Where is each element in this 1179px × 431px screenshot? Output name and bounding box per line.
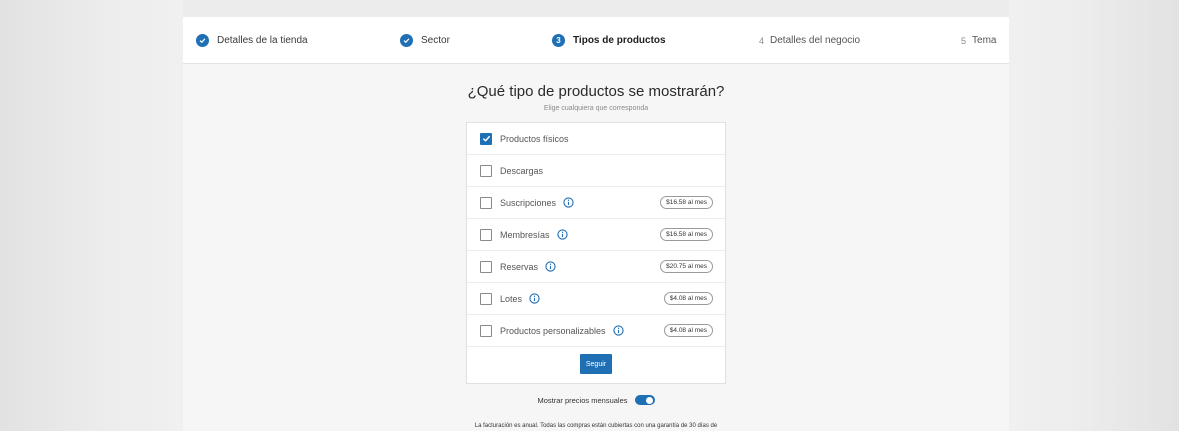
step-store-details[interactable]: Detalles de la tienda — [196, 17, 308, 64]
step-label: Tipos de productos — [573, 35, 666, 46]
option-label: Lotes — [500, 293, 523, 304]
page-title: ¿Qué tipo de productos se mostrarán? — [467, 83, 725, 100]
price-badge: $16.58 al mes — [660, 196, 713, 209]
background-left — [0, 0, 183, 431]
setup-wizard: Detalles de la tienda Sector 3 Tipos de … — [183, 17, 1009, 431]
price-badge: $4.08 al mes — [663, 292, 713, 305]
option-label: Descargas — [500, 165, 544, 176]
monthly-prices-toggle[interactable] — [634, 395, 655, 405]
step-industry[interactable]: Sector — [400, 17, 450, 64]
page-subtitle: Elige cualquiera que corresponda — [543, 105, 649, 112]
step-label: Detalles de la tienda — [217, 35, 308, 46]
option-physical-products[interactable]: Productos físicos — [467, 123, 725, 155]
option-label: Reservas — [500, 261, 539, 272]
checkbox[interactable] — [480, 260, 492, 273]
option-customizable-products[interactable]: Productos personalizables $4.08 al mes — [467, 315, 725, 347]
price-badge: $4.08 al mes — [663, 324, 713, 337]
info-icon[interactable] — [612, 325, 624, 336]
checkbox[interactable] — [480, 164, 492, 177]
step-product-types[interactable]: 3 Tipos de productos — [552, 17, 666, 64]
monthly-prices-row: Mostrar precios mensuales — [183, 393, 1009, 407]
info-icon[interactable] — [529, 293, 540, 304]
check-icon — [400, 34, 413, 47]
step-number: 3 — [552, 34, 565, 47]
stepper: Detalles de la tienda Sector 3 Tipos de … — [183, 17, 1009, 64]
toggle-label: Mostrar precios mensuales — [537, 395, 628, 405]
option-downloads[interactable]: Descargas — [467, 155, 725, 187]
price-badge: $16.58 al mes — [660, 228, 713, 241]
checkbox[interactable] — [480, 292, 492, 305]
checkbox[interactable] — [480, 196, 492, 209]
billing-footnote: La facturación es anual. Todas las compr… — [474, 423, 718, 429]
check-icon — [196, 34, 209, 47]
step-theme[interactable]: 5 Tema — [961, 17, 996, 64]
option-label: Suscripciones — [500, 197, 557, 208]
option-label: Membresías — [500, 229, 550, 240]
continue-button[interactable]: Seguir — [580, 354, 612, 374]
background-right — [1009, 0, 1179, 431]
info-icon[interactable] — [563, 197, 574, 208]
info-icon[interactable] — [545, 261, 556, 272]
price-badge: $20.75 al mes — [660, 260, 713, 273]
step-label: Sector — [421, 35, 450, 46]
step-business-details[interactable]: 4 Detalles del negocio — [759, 17, 860, 64]
option-subscriptions[interactable]: Suscripciones $16.58 al mes — [467, 187, 725, 219]
step-number: 5 — [961, 35, 967, 46]
product-types-card: Productos físicos Descargas Suscripcione… — [466, 122, 726, 384]
option-bookings[interactable]: Reservas $20.75 al mes — [467, 251, 725, 283]
option-memberships[interactable]: Membresías $16.58 al mes — [467, 219, 725, 251]
checkbox[interactable] — [480, 324, 492, 337]
option-bundles[interactable]: Lotes $4.08 al mes — [467, 283, 725, 315]
step-number: 4 — [759, 35, 765, 46]
toggle-knob — [646, 396, 654, 404]
step-label: Detalles del negocio — [770, 35, 861, 46]
option-label: Productos personalizables — [500, 325, 606, 336]
checkbox[interactable] — [480, 132, 492, 145]
step-label: Tema — [972, 35, 997, 46]
info-icon[interactable] — [556, 229, 568, 240]
option-label: Productos físicos — [500, 133, 569, 144]
checkbox[interactable] — [480, 228, 492, 241]
